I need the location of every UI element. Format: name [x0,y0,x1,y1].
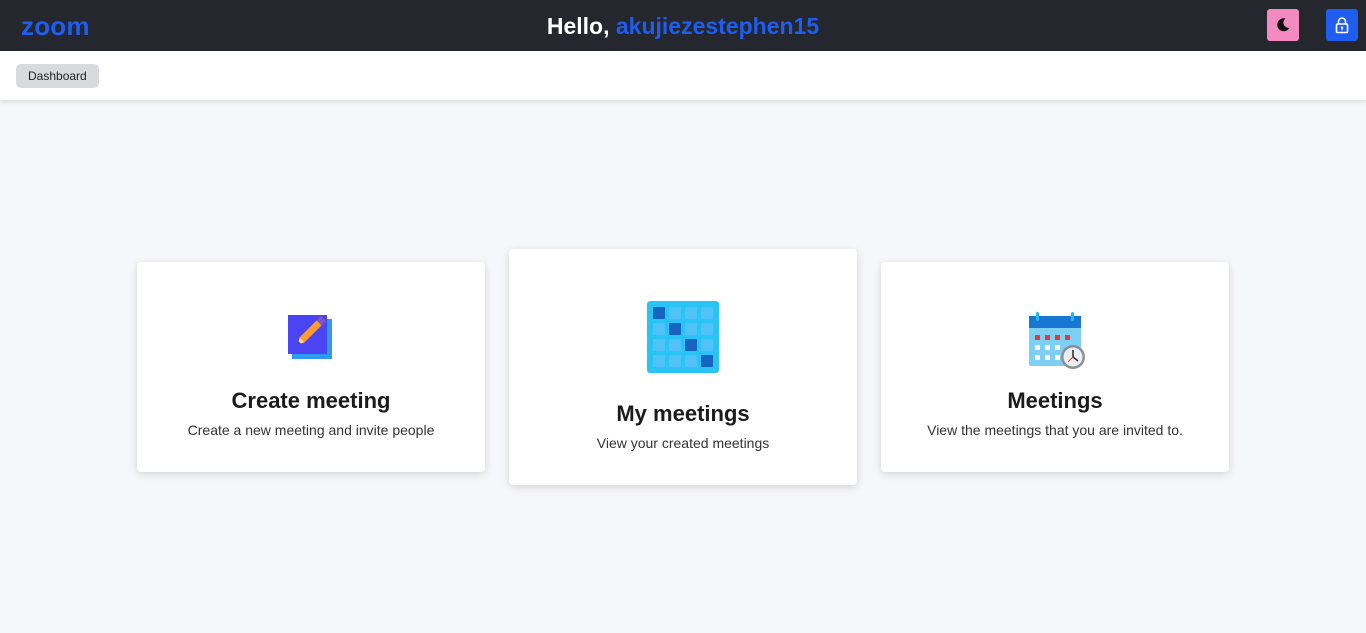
my-meetings-card[interactable]: My meetings View your created meetings [509,249,857,485]
meetings-card[interactable]: Meetings View the meetings that you are … [881,262,1229,472]
calendar-clock-icon [1029,312,1085,369]
breadcrumb-bar: Dashboard [0,51,1366,100]
card-title: Create meeting [231,388,391,413]
lock-icon [1335,17,1349,34]
logout-button[interactable] [1326,9,1358,41]
username: akujiezestephen15 [615,13,820,39]
breadcrumb-dashboard[interactable]: Dashboard [16,64,99,88]
card-title: Meetings [1007,388,1103,413]
top-navbar: zoom Hello, akujiezestephen15 [0,0,1366,51]
edit-square-icon [288,315,332,359]
greeting: Hello, akujiezestephen15 [0,12,1366,40]
calendar-grid-icon [647,301,719,373]
moon-icon [1277,18,1290,32]
card-description: View the meetings that you are invited t… [927,422,1183,438]
theme-toggle-button[interactable] [1267,9,1299,41]
card-description: View your created meetings [596,435,770,451]
greeting-prefix: Hello, [546,13,610,39]
create-meeting-card[interactable]: Create meeting Create a new meeting and … [137,262,485,472]
card-title: My meetings [616,401,750,426]
card-description: Create a new meeting and invite people [187,422,435,438]
